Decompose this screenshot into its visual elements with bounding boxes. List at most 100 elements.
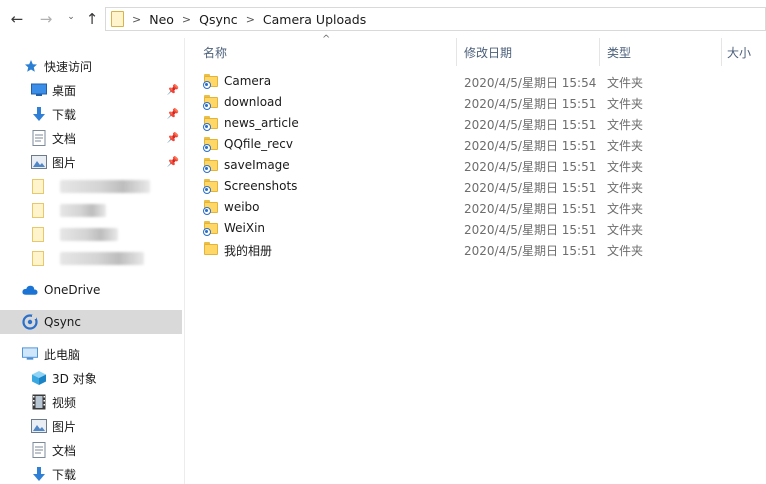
up-button[interactable]: ↑	[83, 9, 101, 29]
computer-icon	[22, 346, 38, 362]
navigation-pane: 快速访问 桌面 📌 下载 📌 文档 📌 图片 📌 OneDrive Qsync …	[0, 38, 185, 484]
file-name: WeiXin	[224, 221, 266, 235]
sidebar-item-this-pc[interactable]: 此电脑	[0, 342, 182, 366]
breadcrumb-separator[interactable]: >	[246, 13, 255, 26]
sidebar-item-onedrive[interactable]: OneDrive	[0, 278, 182, 302]
file-modified: 2020/4/5/星期日 15:51	[464, 139, 597, 153]
file-modified: 2020/4/5/星期日 15:51	[464, 202, 597, 216]
table-row[interactable]: download 2020/4/5/星期日 15:51 文件夹	[186, 92, 766, 113]
sidebar-item-label: 下载	[52, 107, 77, 122]
file-modified: 2020/4/5/星期日 15:54	[464, 76, 597, 90]
sidebar-item-label: 快速访问	[44, 59, 93, 74]
film-icon	[31, 394, 47, 410]
pin-icon: 📌	[166, 156, 180, 168]
table-row[interactable]: WeiXin 2020/4/5/星期日 15:51 文件夹	[186, 218, 766, 239]
document-icon	[31, 130, 47, 146]
back-arrow-icon: ←	[10, 10, 24, 28]
file-modified: 2020/4/5/星期日 15:51	[464, 223, 597, 237]
table-row[interactable]: news_article 2020/4/5/星期日 15:51 文件夹	[186, 113, 766, 134]
pin-icon: 📌	[166, 84, 180, 96]
address-toolbar: ← → ⌄ ↑ > Neo > Qsync > Camera Uploads	[0, 0, 766, 38]
sidebar-item-label: Qsync	[44, 315, 82, 329]
redacted-folder[interactable]	[32, 202, 106, 218]
file-type: 文件夹	[607, 97, 644, 111]
breadcrumb-neo[interactable]: Neo	[149, 12, 174, 27]
folder-icon	[32, 226, 44, 242]
synced-folder-icon	[203, 116, 219, 131]
synced-folder-icon	[203, 95, 219, 110]
file-modified: 2020/4/5/星期日 15:51	[464, 181, 597, 195]
column-divider[interactable]	[456, 38, 457, 66]
file-list-pane: ^ 名称 修改日期 类型 大小 Camera 2020/4/5/星期日 15:5…	[186, 34, 766, 484]
recent-locations-button[interactable]: ⌄	[62, 7, 80, 27]
sidebar-item-documents[interactable]: 文档 📌	[0, 126, 182, 150]
sidebar-item-pc-documents[interactable]: 文档	[0, 438, 182, 462]
file-modified: 2020/4/5/星期日 15:51	[464, 160, 597, 174]
file-type: 文件夹	[607, 76, 644, 90]
redacted-folder[interactable]	[32, 178, 150, 194]
pin-icon: 📌	[166, 108, 180, 120]
sidebar-item-qsync[interactable]: Qsync	[0, 310, 182, 334]
folder-icon	[203, 242, 219, 256]
file-name: weibo	[224, 200, 260, 214]
sidebar-item-desktop[interactable]: 桌面 📌	[0, 78, 182, 102]
file-name: 我的相册	[224, 244, 273, 258]
column-header-label: 类型	[607, 45, 632, 60]
column-header-name[interactable]: 名称	[203, 38, 227, 66]
back-button[interactable]: ←	[8, 9, 26, 29]
qsync-icon	[22, 314, 38, 330]
file-type: 文件夹	[607, 181, 644, 195]
sidebar-item-label: 桌面	[52, 83, 77, 98]
breadcrumb-separator[interactable]: >	[132, 13, 141, 26]
breadcrumb-separator[interactable]: >	[182, 13, 191, 26]
file-name: QQfile_recv	[224, 137, 293, 151]
sidebar-item-label: 文档	[52, 131, 77, 146]
column-divider[interactable]	[599, 38, 600, 66]
sidebar-item-videos[interactable]: 视频	[0, 390, 182, 414]
breadcrumb-qsync[interactable]: Qsync	[199, 12, 238, 27]
file-type: 文件夹	[607, 139, 644, 153]
sidebar-item-label: 图片	[52, 419, 77, 434]
column-header-modified[interactable]: 修改日期	[464, 38, 512, 66]
table-row[interactable]: weibo 2020/4/5/星期日 15:51 文件夹	[186, 197, 766, 218]
sidebar-item-pc-pictures[interactable]: 图片	[0, 414, 182, 438]
table-row[interactable]: QQfile_recv 2020/4/5/星期日 15:51 文件夹	[186, 134, 766, 155]
up-arrow-icon: ↑	[85, 10, 99, 28]
folder-icon	[32, 178, 44, 194]
table-row[interactable]: Screenshots 2020/4/5/星期日 15:51 文件夹	[186, 176, 766, 197]
chevron-down-icon: ⌄	[67, 12, 75, 22]
document-icon	[31, 442, 47, 458]
file-name: news_article	[224, 116, 299, 130]
sidebar-item-downloads[interactable]: 下载 📌	[0, 102, 182, 126]
redacted-folder[interactable]	[32, 250, 144, 266]
sidebar-item-pictures[interactable]: 图片 📌	[0, 150, 182, 174]
file-type: 文件夹	[607, 118, 644, 132]
picture-icon	[31, 154, 47, 170]
sidebar-item-label: 3D 对象	[52, 371, 97, 386]
column-header-type[interactable]: 类型	[607, 38, 631, 66]
table-row[interactable]: Camera 2020/4/5/星期日 15:54 文件夹	[186, 71, 766, 92]
file-name: download	[224, 95, 283, 109]
sidebar-item-quick-access[interactable]: 快速访问	[0, 54, 182, 78]
redacted-folder[interactable]	[32, 226, 118, 242]
sidebar-item-3d-objects[interactable]: 3D 对象	[0, 366, 182, 390]
redacted-label	[60, 203, 106, 217]
star-icon	[23, 58, 39, 74]
sidebar-item-label: 此电脑	[44, 347, 81, 362]
table-row[interactable]: 我的相册 2020/4/5/星期日 15:51 文件夹	[186, 239, 766, 260]
column-divider[interactable]	[721, 38, 722, 66]
sidebar-item-pc-downloads[interactable]: 下载	[0, 462, 182, 484]
file-modified: 2020/4/5/星期日 15:51	[464, 244, 597, 258]
cube-3d-icon	[31, 370, 47, 386]
synced-folder-icon	[203, 200, 219, 215]
download-arrow-icon	[31, 106, 47, 122]
file-name: Screenshots	[224, 179, 298, 193]
redacted-label	[60, 227, 118, 241]
address-bar[interactable]: > Neo > Qsync > Camera Uploads	[105, 7, 766, 31]
forward-button[interactable]: →	[37, 9, 55, 29]
file-modified: 2020/4/5/星期日 15:51	[464, 97, 597, 111]
column-header-size[interactable]: 大小	[727, 38, 751, 66]
table-row[interactable]: saveImage 2020/4/5/星期日 15:51 文件夹	[186, 155, 766, 176]
column-header-label: 名称	[203, 45, 228, 60]
breadcrumb-camera-uploads[interactable]: Camera Uploads	[263, 12, 366, 27]
